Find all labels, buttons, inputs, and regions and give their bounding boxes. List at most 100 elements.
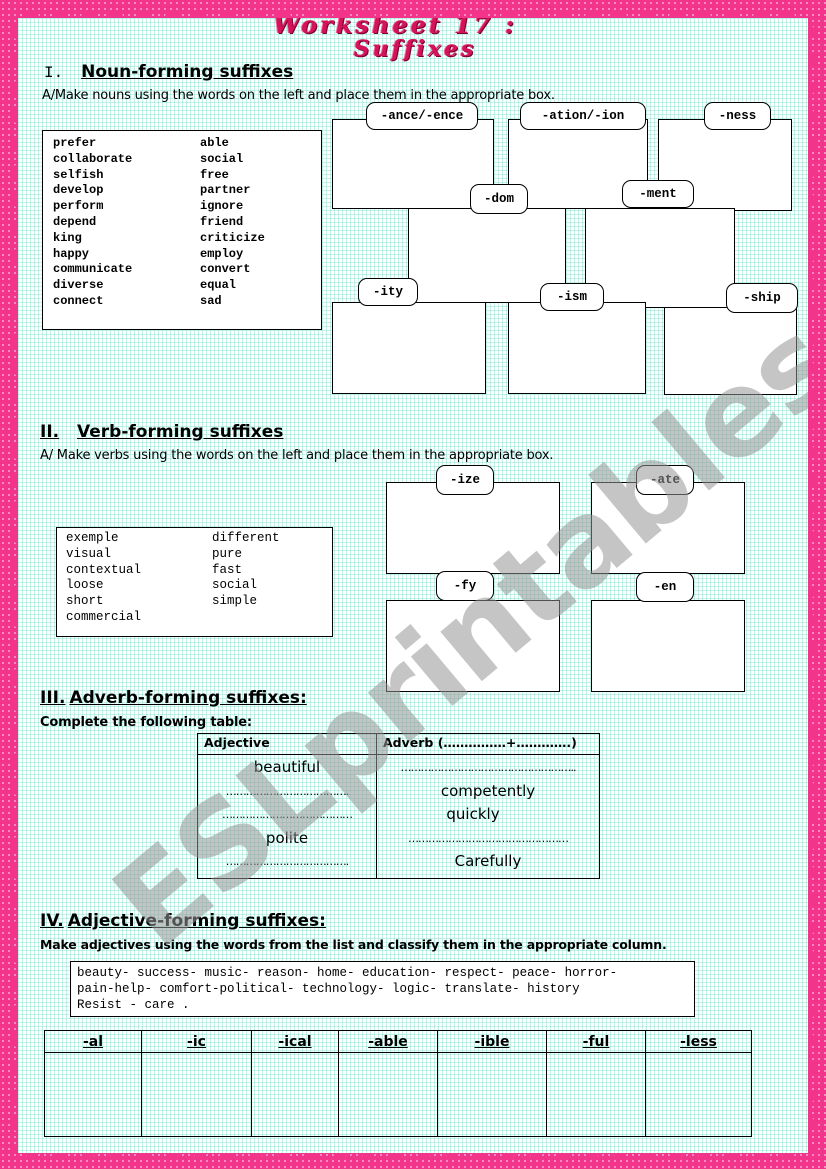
section-2-title: Verb-forming suffixes bbox=[77, 422, 284, 442]
adjective-column: beautiful ………………………………. ………………………………… po… bbox=[197, 754, 377, 879]
word-list-item: develop bbox=[53, 183, 104, 198]
word-list-item: communicate bbox=[53, 262, 133, 277]
suffix-label-ism: -ism bbox=[540, 283, 604, 311]
adverb-cell[interactable]: competently bbox=[377, 780, 599, 804]
adjective-blank[interactable]: ………………………………. bbox=[198, 850, 376, 874]
adjective-suffix-table: -al -ic -ical -able -ible -ful -less bbox=[44, 1030, 752, 1137]
answer-box-ment[interactable] bbox=[585, 208, 735, 308]
word-list-item: simple bbox=[212, 594, 258, 609]
column-header-ic: -ic bbox=[141, 1030, 252, 1053]
section-1-title: Noun-forming suffixes bbox=[81, 62, 294, 82]
answer-box-ism[interactable] bbox=[508, 302, 646, 394]
suffix-label-ment: -ment bbox=[622, 180, 694, 208]
section-1-instruction: A/Make nouns using the words on the left… bbox=[42, 88, 555, 103]
column-header-able: -able bbox=[338, 1030, 438, 1053]
word-list-line: beauty- success- music- reason- home- ed… bbox=[77, 966, 618, 980]
answer-box-ate[interactable] bbox=[591, 482, 745, 574]
word-list-item: selfish bbox=[53, 167, 104, 182]
section-4-instruction: Make adjectives using the words from the… bbox=[40, 937, 667, 952]
column-header-al: -al bbox=[44, 1030, 142, 1053]
answer-box-fy[interactable] bbox=[386, 600, 560, 692]
adverb-table-header-adjective: Adjective bbox=[197, 733, 377, 755]
section-3-title: Adverb-forming suffixes: bbox=[69, 688, 307, 708]
answer-cell-ful[interactable] bbox=[546, 1052, 646, 1137]
word-list-line: Resist - care . bbox=[77, 998, 190, 1012]
word-list-item: fast bbox=[212, 562, 243, 577]
answer-cell-al[interactable] bbox=[44, 1052, 142, 1137]
section-1-heading: I. Noun-forming suffixes bbox=[44, 62, 293, 82]
suffix-label-ness: -ness bbox=[704, 102, 771, 130]
adverb-cell[interactable]: quickly bbox=[347, 803, 599, 827]
suffix-label-en: -en bbox=[636, 572, 694, 602]
word-list-item: prefer bbox=[53, 136, 97, 150]
word-list-line: pain-help- comfort-political- technology… bbox=[77, 982, 580, 996]
word-list-item: contextual bbox=[66, 562, 142, 577]
answer-box-ship[interactable] bbox=[664, 307, 797, 395]
suffix-label-fy: -fy bbox=[436, 571, 494, 601]
answer-cell-less[interactable] bbox=[645, 1052, 752, 1137]
verb-words-right-column: different pure fast social simple bbox=[212, 531, 280, 610]
suffix-label-ate: -ate bbox=[636, 465, 694, 495]
adjective-blank[interactable]: ………………………………… bbox=[198, 803, 376, 827]
word-list-item: social bbox=[212, 578, 258, 593]
word-list-item: different bbox=[212, 531, 280, 545]
adverb-table-header-row: Adjective Adverb (……………+………….) bbox=[197, 733, 600, 755]
adjective-cell[interactable]: beautiful bbox=[198, 756, 376, 780]
noun-words-right-column: able social free partner ignore friend critici… bbox=[200, 136, 265, 310]
section-2-instruction: A/ Make verbs using the words on the lef… bbox=[40, 448, 554, 463]
suffix-label-ation-ion: -ation/-ion bbox=[520, 102, 646, 130]
column-header-ical: -ical bbox=[251, 1030, 339, 1053]
answer-box-en[interactable] bbox=[591, 600, 745, 692]
answer-box-ize[interactable] bbox=[386, 482, 560, 574]
answer-cell-ic[interactable] bbox=[141, 1052, 252, 1137]
worksheet-title: Worksheet 17 : bbox=[273, 18, 517, 39]
adverb-table: Adjective Adverb (……………+………….) beautiful… bbox=[197, 733, 600, 879]
word-list-item: able bbox=[200, 136, 229, 150]
section-4-number: IV. bbox=[40, 911, 64, 931]
word-list-item: loose bbox=[66, 578, 104, 593]
adjective-blank[interactable]: ………………………………. bbox=[198, 780, 376, 804]
word-list-item: free bbox=[200, 167, 229, 182]
word-list-item: equal bbox=[200, 278, 237, 293]
answer-box-ity[interactable] bbox=[332, 302, 486, 394]
adverb-blank[interactable]: …………………………………………….. bbox=[377, 756, 599, 780]
column-header-less: -less bbox=[645, 1030, 752, 1053]
adverb-column: …………………………………………….. competently quickly … bbox=[376, 754, 600, 879]
suffix-label-ize: -ize bbox=[436, 465, 494, 495]
word-list-item: king bbox=[53, 230, 82, 245]
verb-word-list: exemple visual contextual loose short commerc… bbox=[56, 527, 333, 637]
adjective-word-list: beauty- success- music- reason- home- ed… bbox=[70, 961, 695, 1017]
worksheet-page: Worksheet 17 : Suffixes I. Noun-forming … bbox=[18, 18, 808, 1153]
section-3-instruction: Complete the following table: bbox=[40, 715, 252, 730]
word-list-item: happy bbox=[53, 246, 90, 261]
word-list-item: commercial bbox=[66, 609, 142, 624]
word-list-item: partner bbox=[200, 183, 251, 198]
word-list-item: pure bbox=[212, 546, 243, 561]
suffix-label-ance-ence: -ance/-ence bbox=[366, 102, 478, 130]
word-list-item: exemple bbox=[66, 531, 119, 545]
word-list-item: ignore bbox=[200, 199, 244, 214]
word-list-item: depend bbox=[53, 214, 97, 229]
section-2-heading: II. Verb-forming suffixes bbox=[40, 422, 283, 442]
word-list-item: visual bbox=[66, 546, 112, 561]
word-list-item: connect bbox=[53, 293, 104, 308]
answer-cell-able[interactable] bbox=[338, 1052, 438, 1137]
word-list-item: criticize bbox=[200, 230, 265, 245]
suffix-label-ship: -ship bbox=[726, 283, 798, 313]
adjective-cell[interactable]: polite bbox=[198, 827, 376, 851]
word-list-item: social bbox=[200, 151, 244, 166]
section-3-heading: III. Adverb-forming suffixes: bbox=[40, 688, 307, 708]
answer-cell-ible[interactable] bbox=[437, 1052, 547, 1137]
suffix-label-dom: -dom bbox=[470, 184, 528, 214]
adverb-table-header-adverb: Adverb (……………+………….) bbox=[376, 733, 600, 755]
word-list-item: sad bbox=[200, 293, 222, 308]
section-1-number: I. bbox=[44, 64, 64, 82]
section-4-title: Adjective-forming suffixes: bbox=[67, 911, 326, 931]
word-list-item: short bbox=[66, 594, 104, 609]
word-list-item: collaborate bbox=[53, 151, 133, 166]
answer-cell-ical[interactable] bbox=[251, 1052, 339, 1137]
section-3-number: III. bbox=[40, 688, 66, 708]
adverb-blank[interactable]: ………………………………………… bbox=[377, 827, 599, 851]
adverb-cell[interactable]: Carefully bbox=[377, 850, 599, 874]
section-4-heading: IV. Adjective-forming suffixes: bbox=[40, 911, 326, 931]
